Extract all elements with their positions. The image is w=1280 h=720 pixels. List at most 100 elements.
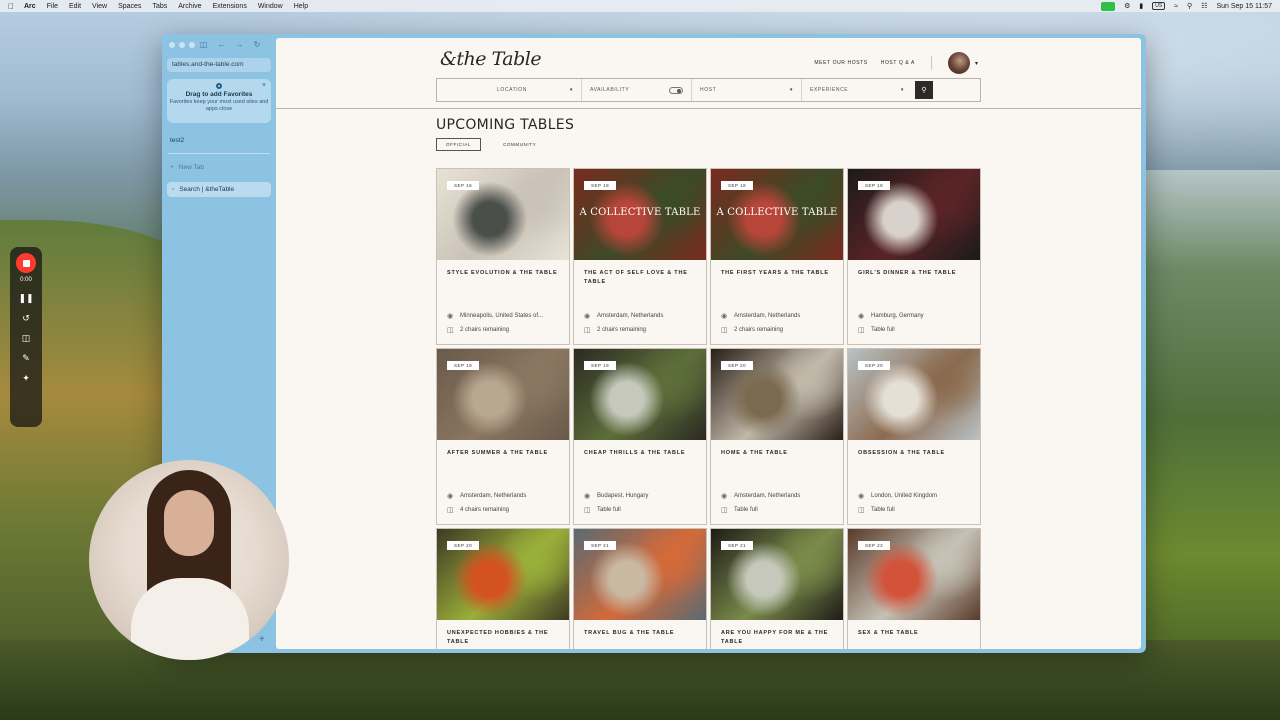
menu-help[interactable]: Help (294, 3, 308, 10)
menu-spaces[interactable]: Spaces (118, 3, 141, 10)
menu-extensions[interactable]: Extensions (213, 3, 247, 10)
table-title[interactable]: ARE YOU HAPPY FOR ME & THE TABLE (721, 629, 839, 647)
table-title[interactable]: TRAVEL BUG & THE TABLE (584, 629, 702, 638)
tab-community[interactable]: COMMUNITY (494, 139, 545, 150)
availability-filter[interactable]: AVAILABILITY (582, 79, 692, 101)
control-center-icon[interactable]: ☷ (1201, 2, 1207, 10)
tab-official[interactable]: OFFICIAL (436, 138, 482, 151)
tab-favicon-icon: ◦ (172, 186, 175, 193)
date-badge: SEP 19 (584, 361, 617, 370)
keyboard-layout[interactable]: US (1152, 2, 1166, 10)
table-photo: SEP 19 (437, 349, 569, 440)
table-title[interactable]: THE ACT OF SELF LOVE & THE TABLE (584, 269, 702, 287)
table-card[interactable]: SEP 16 STYLE EVOLUTION & THE TABLE ◉ Minnea… (436, 168, 570, 345)
table-title[interactable]: SEX & THE TABLE (858, 629, 976, 638)
battery-icon[interactable]: ▮ (1139, 2, 1143, 10)
menu-tabs[interactable]: Tabs (152, 3, 167, 10)
restart-icon[interactable]: ↺ (22, 313, 30, 323)
table-title[interactable]: GIRL'S DINNER & THE TABLE (858, 269, 976, 278)
menu-view[interactable]: View (92, 3, 107, 10)
new-tab-button[interactable]: + New Tab (170, 164, 204, 171)
nav-meet-our-hosts[interactable]: MEET OUR HOSTS (814, 60, 867, 66)
location-text: Amsterdam, Netherlands (734, 493, 801, 499)
location-pin-icon: ◉ (858, 313, 865, 320)
close-icon[interactable]: × (262, 82, 266, 89)
table-card[interactable]: SEP 18 A COLLECTIVE TABLE THE FIRST YEARS … (710, 168, 844, 345)
site-logo[interactable]: &the Table (440, 48, 542, 70)
availability-text: 2 chairs remaining (734, 327, 784, 333)
table-availability: ◫ Table full (721, 506, 758, 514)
experience-filter[interactable]: EXPERIENCE ▾ (802, 79, 912, 101)
search-button[interactable]: ⚲ (915, 81, 933, 99)
camera-indicator-icon[interactable] (1101, 1, 1116, 11)
url-bar[interactable]: tables.and-the-table.com (167, 58, 271, 72)
webcam-bubble[interactable] (89, 460, 289, 660)
table-title[interactable]: HOME & THE TABLE (721, 449, 839, 458)
menu-archive[interactable]: Archive (178, 3, 201, 10)
wifi-icon[interactable]: ≈ (1174, 3, 1178, 10)
sidebar-toggle-icon[interactable]: ◫ (200, 40, 208, 49)
table-card[interactable]: SEP 20 OBSESSION & THE TABLE ◉ London, Unit… (847, 348, 981, 525)
table-availability: ◫ 2 chairs remaining (584, 326, 646, 334)
table-photo: SEP 21 (711, 529, 843, 620)
table-title[interactable]: STYLE EVOLUTION & THE TABLE (447, 269, 565, 278)
location-filter[interactable]: LOCATION ▾ (437, 79, 582, 101)
avatar[interactable] (947, 52, 970, 74)
zoom-window-button[interactable] (189, 42, 195, 48)
table-title[interactable]: CHEAP THRILLS & THE TABLE (584, 449, 702, 458)
menubar:  Arc File Edit View Spaces Tabs Archive… (0, 0, 1280, 12)
table-photo: SEP 18 (848, 169, 980, 260)
sidebar-tab-active[interactable]: ◦ Search | &theTable (167, 182, 271, 197)
table-card[interactable]: SEP 20 UNEXPECTED HOBBIES & THE TABLE (436, 528, 570, 649)
gear-icon[interactable]: ⚙ (1124, 2, 1130, 10)
table-card[interactable]: SEP 21 TRAVEL BUG & THE TABLE (573, 528, 707, 649)
pencil-icon[interactable]: ✎ (22, 353, 30, 363)
space-name[interactable]: test2 (170, 137, 184, 144)
date-badge: SEP 18 (858, 181, 891, 190)
table-availability: ◫ Table full (584, 506, 621, 514)
favorites-title: Drag to add Favorites (185, 91, 253, 98)
nav-host-qa[interactable]: HOST Q & A (881, 60, 915, 66)
close-window-button[interactable] (169, 42, 175, 48)
stop-icon (22, 259, 30, 267)
reload-icon[interactable]: ↻ (254, 40, 261, 49)
date-badge: SEP 22 (858, 541, 891, 550)
table-card[interactable]: SEP 18 A COLLECTIVE TABLE THE ACT OF SELF … (573, 168, 707, 345)
stop-recording-button[interactable] (16, 253, 36, 273)
menu-edit[interactable]: Edit (69, 3, 81, 10)
search-icon[interactable]: ⚲ (1187, 2, 1192, 10)
table-card[interactable]: SEP 21 ARE YOU HAPPY FOR ME & THE TABLE (710, 528, 844, 649)
table-card[interactable]: SEP 19 CHEAP THRILLS & THE TABLE ◉ Budapest… (573, 348, 707, 525)
table-title[interactable]: AFTER SUMMER & THE TABLE (447, 449, 565, 458)
apple-icon[interactable]:  (8, 2, 14, 11)
table-title[interactable]: UNEXPECTED HOBBIES & THE TABLE (447, 629, 565, 647)
site-nav: MEET OUR HOSTS HOST Q & A ▾ (814, 52, 978, 74)
minimize-window-button[interactable] (179, 42, 185, 48)
chevron-down-icon[interactable]: ▾ (975, 60, 978, 67)
table-title[interactable]: THE FIRST YEARS & THE TABLE (721, 269, 839, 278)
back-icon[interactable]: ← (218, 40, 226, 49)
add-space-icon[interactable]: + (259, 634, 265, 645)
availability-toggle[interactable] (669, 86, 683, 94)
table-card[interactable]: SEP 22 SEX & THE TABLE (847, 528, 981, 649)
filter-bar: LOCATION ▾ AVAILABILITY HOST ▾ EXPERIENC… (436, 78, 981, 102)
location-text: London, United Kingdom (871, 493, 938, 499)
pause-icon[interactable]: ❚❚ (18, 293, 33, 303)
location-pin-icon: ◉ (584, 493, 591, 500)
menu-app[interactable]: Arc (24, 3, 36, 10)
menubar-status: ⚙ ▮ US ≈ ⚲ ☷ Sun Sep 15 11:57 (1101, 1, 1272, 11)
location-text: Minneapolis, United States of... (460, 313, 544, 319)
effects-icon[interactable]: ✦ (22, 373, 30, 383)
trash-icon[interactable]: ◫ (22, 333, 31, 343)
menu-window[interactable]: Window (258, 3, 283, 10)
menubar-datetime[interactable]: Sun Sep 15 11:57 (1216, 3, 1272, 10)
table-card[interactable]: SEP 18 GIRL'S DINNER & THE TABLE ◉ Hamburg,… (847, 168, 981, 345)
table-card[interactable]: SEP 20 HOME & THE TABLE ◉ Amsterdam, Nether… (710, 348, 844, 525)
menu-file[interactable]: File (47, 3, 58, 10)
table-availability: ◫ 2 chairs remaining (721, 326, 783, 334)
forward-icon[interactable]: → (236, 40, 244, 49)
table-card[interactable]: SEP 19 AFTER SUMMER & THE TABLE ◉ Amsterdam… (436, 348, 570, 525)
host-filter[interactable]: HOST ▾ (692, 79, 802, 101)
favorites-prompt: Drag to add Favorites Favorites keep you… (167, 79, 271, 123)
table-title[interactable]: OBSESSION & THE TABLE (858, 449, 976, 458)
